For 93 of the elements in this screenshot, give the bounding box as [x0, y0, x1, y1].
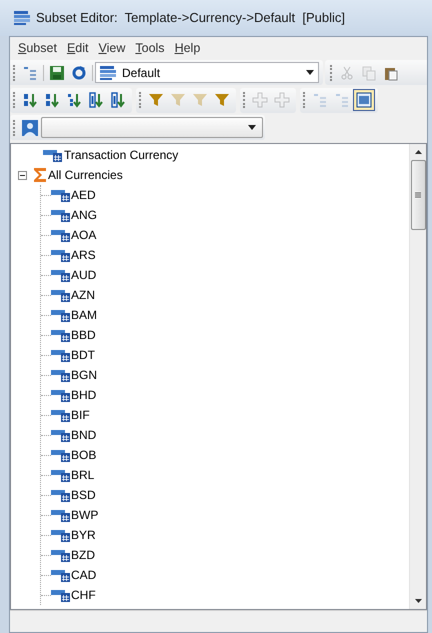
toolbar-grip[interactable]	[243, 92, 246, 108]
element-icon	[51, 588, 71, 602]
plus-icon	[252, 92, 268, 108]
element-icon	[51, 568, 71, 582]
scrollbar[interactable]	[409, 144, 426, 609]
refresh-icon	[71, 64, 87, 80]
sort-ascending-icon	[22, 92, 38, 108]
toolbar-grip[interactable]	[13, 120, 16, 136]
toolbar-button[interactable]	[353, 89, 375, 111]
tree-item[interactable]: AOA	[71, 226, 96, 244]
tree-item[interactable]: BWP	[71, 506, 98, 524]
dropdown-value: Default	[122, 64, 162, 82]
element-icon	[51, 188, 71, 202]
element-icon	[51, 248, 71, 262]
funnel-icon	[214, 92, 230, 108]
dropdown-arrow-icon	[248, 125, 256, 130]
user-icon	[21, 118, 39, 136]
toolbar-grip[interactable]	[13, 64, 16, 80]
subset-dropdown[interactable]: Default	[95, 62, 319, 83]
tree-item[interactable]: All Currencies	[47, 166, 123, 184]
tree-item[interactable]: Transaction Currency	[63, 146, 178, 164]
index-sort-icon	[88, 92, 104, 108]
tree-item[interactable]: BBD	[71, 326, 96, 344]
grip-icon	[415, 192, 421, 198]
tree-list-icon	[22, 64, 38, 80]
element-icon	[51, 268, 71, 282]
element-icon	[51, 368, 71, 382]
element-icon	[51, 328, 71, 342]
tree-item[interactable]: BIF	[71, 406, 90, 424]
toolbar-grip[interactable]	[303, 92, 306, 108]
scroll-thumb[interactable]	[410, 160, 426, 230]
window-title: Subset Editor: Template->Currency->Default [Public]	[36, 9, 346, 28]
tree-item[interactable]: BSD	[71, 486, 96, 504]
tree-item[interactable]: CHF	[71, 586, 96, 604]
scissors-icon	[339, 64, 355, 80]
element-icon	[51, 208, 71, 222]
dropdown-arrow-icon	[306, 70, 314, 75]
sigma-icon	[33, 167, 47, 183]
tree-item[interactable]: AUD	[71, 266, 96, 284]
tree-item[interactable]: BND	[71, 426, 96, 444]
dropdown-field[interactable]	[41, 117, 263, 138]
element-icon	[51, 508, 71, 522]
menu-item[interactable]: Edit	[62, 38, 92, 58]
scroll-up-icon[interactable]	[414, 150, 422, 154]
element-icon	[51, 548, 71, 562]
element-icon	[51, 308, 71, 322]
index-sort-icon	[110, 92, 126, 108]
element-icon	[51, 428, 71, 442]
toolbar-grip[interactable]	[330, 64, 333, 80]
tree-item[interactable]: BYR	[71, 526, 96, 544]
element-icon	[51, 408, 71, 422]
tree-item[interactable]: BAM	[71, 306, 98, 324]
copy-icon	[361, 64, 377, 80]
funnel-icon	[170, 92, 186, 108]
element-icon	[51, 528, 71, 542]
tree-item[interactable]: BOB	[71, 446, 96, 464]
funnel-icon	[148, 92, 164, 108]
save-icon	[49, 64, 65, 80]
menu-item[interactable]: Help	[170, 38, 204, 58]
toolbar-grip[interactable]	[139, 92, 142, 108]
element-icon	[51, 348, 71, 362]
element-icon	[51, 448, 71, 462]
tree-list-icon	[334, 92, 350, 108]
tree-item[interactable]: ANG	[71, 206, 98, 224]
funnel-icon	[192, 92, 208, 108]
tree-item[interactable]: AED	[71, 186, 96, 204]
menu-item[interactable]: Tools	[131, 38, 169, 58]
menu-item[interactable]: View	[94, 38, 130, 58]
menu-item[interactable]: Subset	[14, 38, 61, 58]
tree-item[interactable]: BRL	[71, 466, 94, 484]
sort-descending-icon	[44, 92, 60, 108]
element-icon	[51, 388, 71, 402]
tree-item[interactable]: BGN	[71, 366, 98, 384]
collapse-icon[interactable]	[18, 170, 26, 180]
tree-item[interactable]: BDT	[71, 346, 95, 364]
tree-item[interactable]: CAD	[71, 566, 96, 584]
element-icon	[51, 468, 71, 482]
hierarchy-sort-icon	[66, 92, 82, 108]
subset-icon	[100, 66, 116, 80]
toolbar-grip[interactable]	[13, 92, 16, 108]
scroll-down-icon[interactable]	[414, 599, 422, 603]
tree-item[interactable]: AZN	[71, 286, 95, 304]
element-icon	[43, 148, 63, 162]
plus-icon	[274, 92, 290, 108]
tree-list-icon	[312, 92, 328, 108]
element-icon	[51, 288, 71, 302]
app-icon	[14, 10, 30, 26]
window-icon	[356, 92, 372, 108]
element-icon	[51, 488, 71, 502]
tree-item[interactable]: BHD	[71, 386, 96, 404]
tree-item[interactable]: ARS	[71, 246, 96, 264]
tree-item[interactable]: BZD	[71, 546, 95, 564]
element-icon	[51, 228, 71, 242]
